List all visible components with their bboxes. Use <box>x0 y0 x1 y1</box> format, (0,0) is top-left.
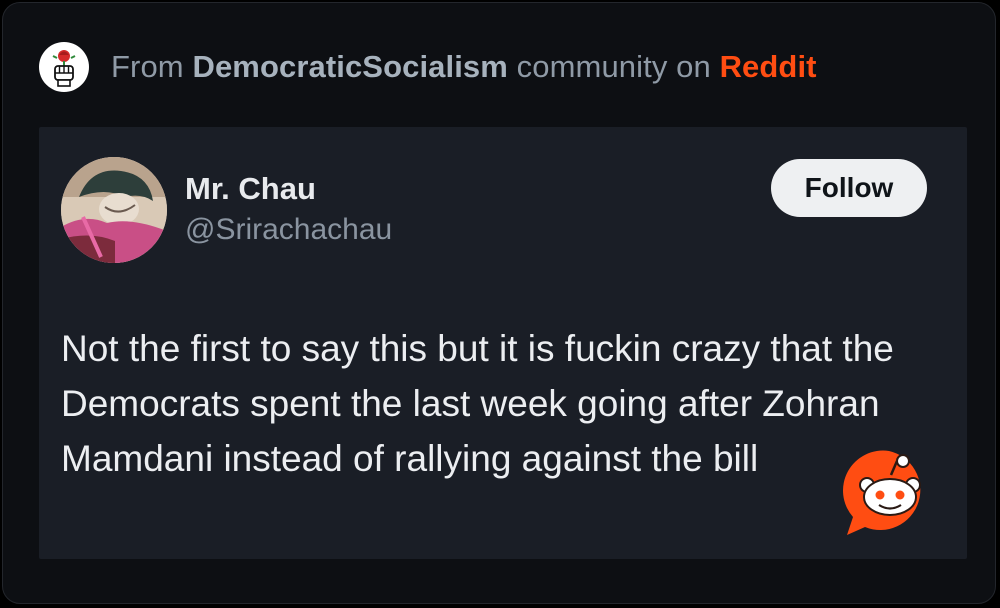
reddit-snoo-icon <box>839 445 939 541</box>
cartoon-avatar-icon[interactable] <box>61 157 167 263</box>
source-header: From DemocraticSocialism community on Re… <box>39 41 817 93</box>
source-prefix: From <box>111 49 184 84</box>
share-card-frame: From DemocraticSocialism community on Re… <box>2 2 996 604</box>
author-handle[interactable]: @Srirachachau <box>185 213 392 247</box>
author-name[interactable]: Mr. Chau <box>185 171 316 207</box>
follow-button[interactable]: Follow <box>771 159 927 217</box>
post-body: Not the first to say this but it is fuck… <box>61 328 894 479</box>
source-middle: community on <box>516 49 711 84</box>
rose-fist-icon[interactable] <box>39 42 89 92</box>
source-line: From DemocraticSocialism community on Re… <box>111 49 817 85</box>
embedded-post: Mr. Chau @Srirachachau Follow Not the fi… <box>39 127 967 559</box>
platform-link[interactable]: Reddit <box>720 49 817 84</box>
community-link[interactable]: DemocraticSocialism <box>192 49 508 84</box>
